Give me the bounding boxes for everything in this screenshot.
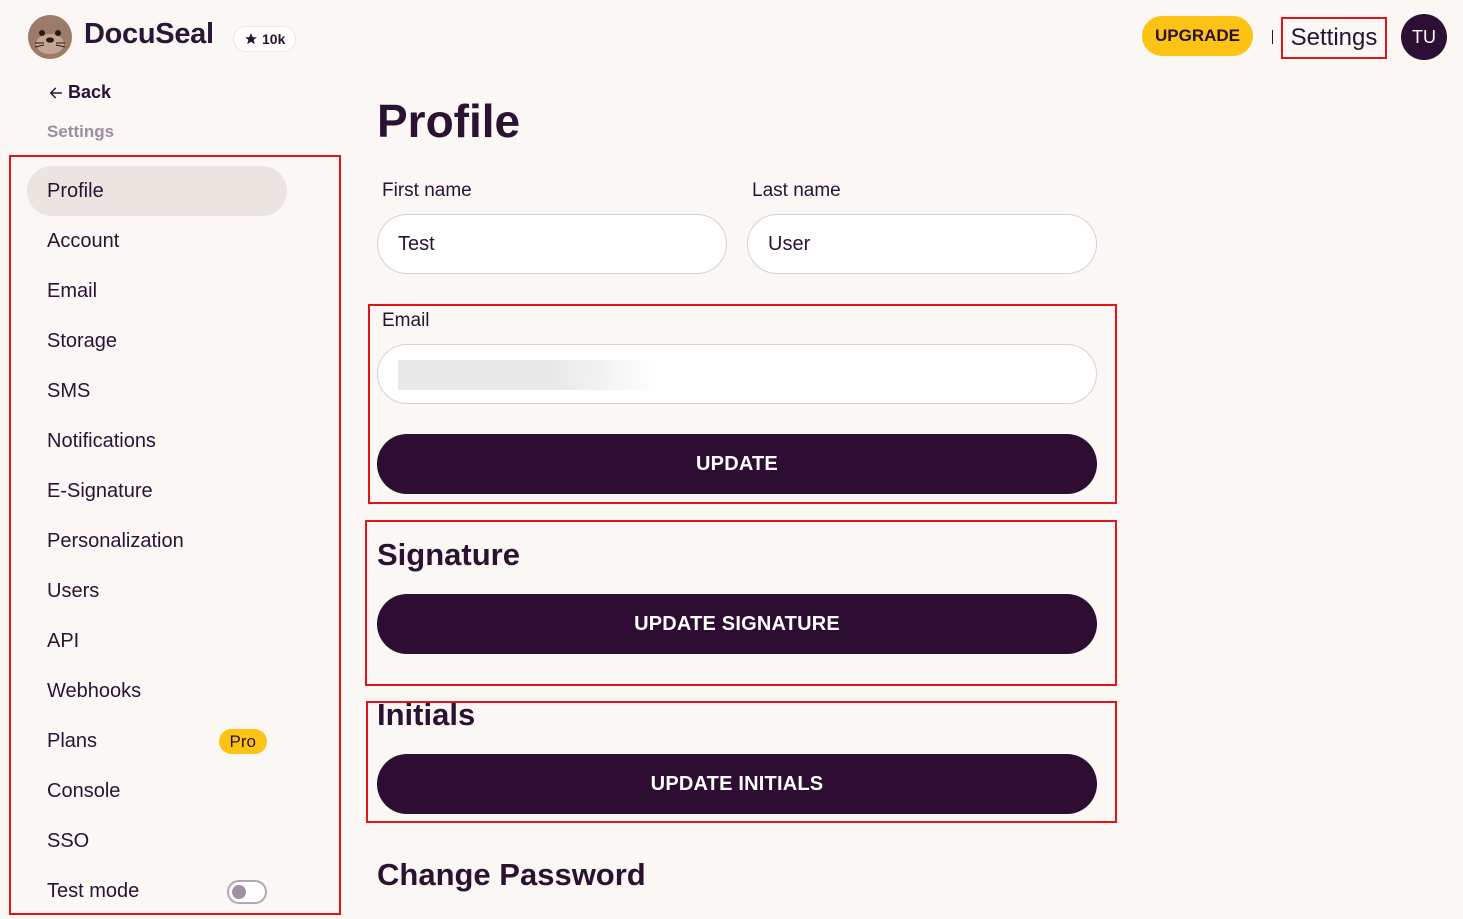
sidebar-item-e-signature[interactable]: E-Signature bbox=[27, 466, 287, 516]
first-name-value: Test bbox=[398, 232, 435, 255]
email-input[interactable] bbox=[377, 344, 1097, 404]
back-label: Back bbox=[68, 82, 112, 102]
sidebar-item-api[interactable]: API bbox=[27, 616, 287, 666]
sidebar-item-label: Storage bbox=[47, 329, 118, 352]
sidebar-item-label: Notifications bbox=[47, 429, 156, 452]
sidebar-item-account[interactable]: Account bbox=[27, 216, 287, 266]
sidebar-item-label: Webhooks bbox=[47, 679, 142, 702]
sidebar-item-label: Test mode bbox=[47, 879, 140, 902]
settings-link[interactable]: Settings bbox=[1281, 17, 1387, 59]
avatar[interactable]: TU bbox=[1401, 14, 1447, 60]
sidebar-item-sms[interactable]: SMS bbox=[27, 366, 287, 416]
sidebar-item-console[interactable]: Console bbox=[27, 766, 287, 816]
github-stars-badge[interactable]: 10k bbox=[233, 26, 297, 52]
last-name-input[interactable]: User bbox=[747, 214, 1097, 274]
brand-name[interactable]: DocuSeal bbox=[84, 18, 214, 51]
header-divider bbox=[1272, 30, 1273, 44]
page-title: Profile bbox=[377, 95, 521, 147]
change-password-heading: Change Password bbox=[377, 857, 646, 892]
sidebar-item-plans[interactable]: Plans Pro bbox=[27, 716, 287, 766]
signature-heading: Signature bbox=[377, 537, 520, 572]
sidebar-item-label: SMS bbox=[47, 379, 91, 402]
update-button[interactable]: UPDATE bbox=[377, 434, 1097, 494]
stars-count: 10k bbox=[262, 31, 286, 47]
sidebar-item-email[interactable]: Email bbox=[27, 266, 287, 316]
sidebar-item-webhooks[interactable]: Webhooks bbox=[27, 666, 287, 716]
sidebar-section-title: Settings bbox=[47, 122, 115, 141]
sidebar-item-users[interactable]: Users bbox=[27, 566, 287, 616]
update-signature-button[interactable]: UPDATE SIGNATURE bbox=[377, 594, 1097, 654]
last-name-label: Last name bbox=[752, 180, 841, 201]
sidebar-item-sso[interactable]: SSO bbox=[27, 816, 287, 866]
sidebar-item-label: Account bbox=[47, 229, 120, 252]
sidebar-item-label: E-Signature bbox=[47, 479, 153, 502]
sidebar-item-personalization[interactable]: Personalization bbox=[27, 516, 287, 566]
sidebar-item-label: Console bbox=[47, 779, 121, 802]
back-link[interactable]: Back bbox=[48, 82, 111, 103]
initials-heading: Initials bbox=[377, 697, 476, 732]
sidebar-item-label: SSO bbox=[47, 829, 90, 852]
pro-badge: Pro bbox=[218, 729, 267, 754]
upgrade-button[interactable]: UPGRADE bbox=[1142, 16, 1253, 56]
update-initials-button[interactable]: UPDATE INITIALS bbox=[377, 754, 1097, 814]
sidebar-item-notifications[interactable]: Notifications bbox=[27, 416, 287, 466]
sidebar-item-test-mode: Test mode bbox=[27, 866, 287, 916]
arrow-left-icon bbox=[49, 87, 63, 98]
sidebar-item-label: API bbox=[47, 629, 80, 652]
sidebar-item-profile[interactable]: Profile bbox=[27, 166, 287, 216]
sidebar-item-label: Email bbox=[47, 279, 98, 302]
seal-logo-icon bbox=[28, 15, 72, 59]
sidebar-item-label: Personalization bbox=[47, 529, 184, 552]
sidebar-item-label: Users bbox=[47, 579, 100, 602]
test-mode-toggle[interactable] bbox=[227, 880, 267, 904]
sidebar-item-label: Plans bbox=[47, 729, 98, 752]
first-name-input[interactable]: Test bbox=[377, 214, 727, 274]
email-redacted-value bbox=[398, 360, 658, 390]
sidebar-item-storage[interactable]: Storage bbox=[27, 316, 287, 366]
email-label: Email bbox=[382, 310, 430, 331]
last-name-value: User bbox=[768, 232, 811, 255]
sidebar-item-label: Profile bbox=[47, 179, 104, 202]
star-icon bbox=[245, 33, 257, 45]
logo[interactable] bbox=[27, 14, 73, 60]
first-name-label: First name bbox=[382, 180, 472, 201]
